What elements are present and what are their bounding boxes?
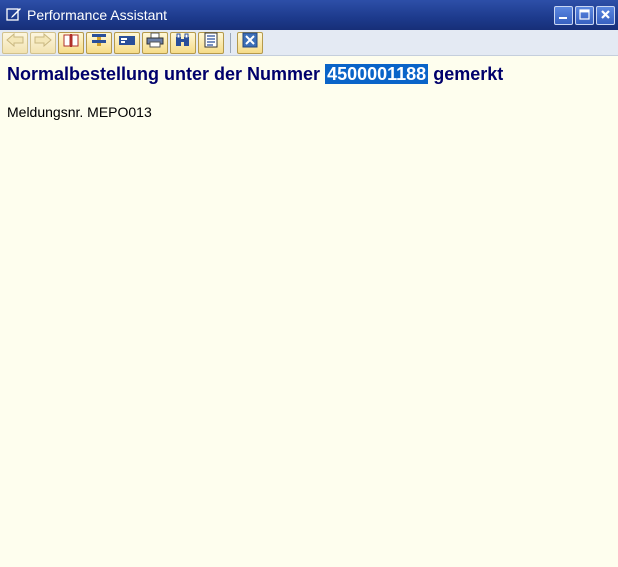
toolbar-separator (230, 32, 231, 53)
heading-prefix: Normalbestellung unter der Nummer (7, 64, 321, 84)
forward-button[interactable] (30, 31, 56, 54)
close-x-icon (600, 7, 611, 23)
find-icon (174, 32, 192, 53)
print-icon (146, 32, 164, 53)
purchase-order-number[interactable]: 4500001188 (325, 64, 429, 84)
message-content: Normalbestellung unter der Nummer 450000… (0, 56, 618, 126)
message-number: Meldungsnr. MEPO013 (7, 104, 152, 120)
window-edit-icon (5, 6, 23, 24)
notes-icon (202, 32, 220, 53)
back-arrow-icon (6, 32, 24, 52)
close-window-button[interactable] (596, 5, 615, 25)
maximize-icon (579, 7, 590, 23)
maximize-button[interactable] (575, 5, 594, 25)
message-heading: Normalbestellung unter der Nummer 450000… (7, 64, 611, 85)
close-button[interactable] (237, 31, 263, 54)
technical-info-button[interactable] (86, 31, 112, 54)
display-icon (118, 32, 136, 53)
heading-suffix: gemerkt (433, 64, 504, 84)
toolbar (0, 30, 618, 56)
forward-arrow-icon (34, 32, 52, 52)
technical-info-icon (90, 32, 108, 53)
title-bar[interactable]: Performance Assistant (0, 0, 618, 30)
minimize-button[interactable] (554, 5, 573, 25)
window-controls (554, 5, 615, 25)
find-button[interactable] (170, 31, 196, 54)
display-button[interactable] (114, 31, 140, 54)
back-button[interactable] (2, 31, 28, 54)
notes-button[interactable] (198, 31, 224, 54)
print-button[interactable] (142, 31, 168, 54)
book-button[interactable] (58, 31, 84, 54)
book-icon (62, 32, 80, 53)
performance-assistant-window: Performance Assistant Normalbestellung u… (0, 0, 618, 567)
close-icon (241, 32, 259, 53)
window-title: Performance Assistant (27, 7, 168, 23)
minimize-icon (558, 7, 569, 23)
